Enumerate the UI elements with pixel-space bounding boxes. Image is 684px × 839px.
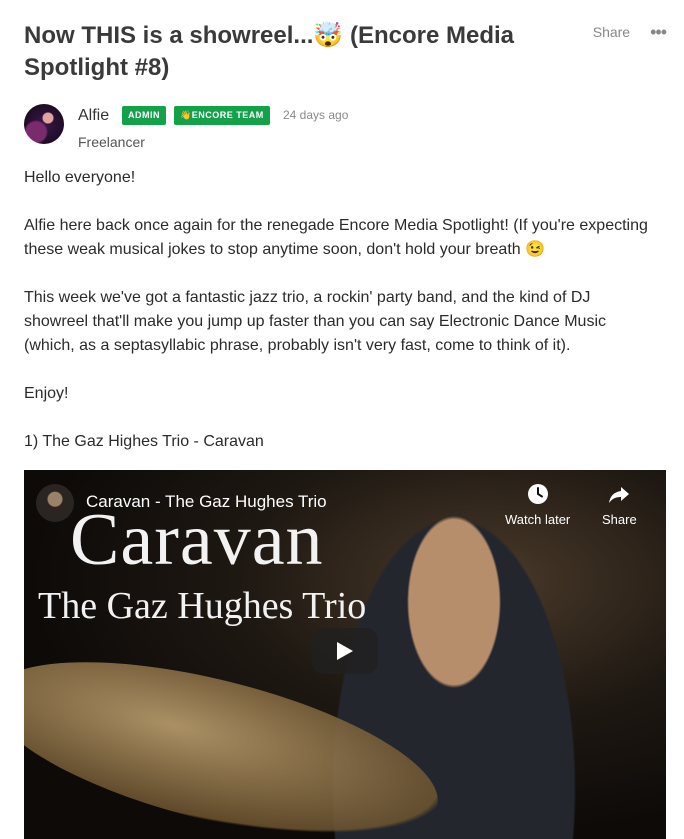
avatar[interactable] — [24, 104, 64, 144]
video-embed[interactable]: Caravan The Gaz Hughes Trio Caravan - Th… — [24, 470, 666, 839]
watch-later-label: Watch later — [505, 512, 571, 527]
paragraph: This week we've got a fantastic jazz tri… — [24, 289, 606, 354]
author-role: Freelancer — [78, 134, 145, 150]
post-body: Hello everyone! Alfie here back once aga… — [24, 166, 654, 478]
watch-later-button[interactable]: Watch later — [505, 482, 570, 527]
channel-avatar[interactable] — [36, 484, 74, 522]
post-actions: Share ••• — [593, 23, 667, 41]
paragraph: 1) The Gaz Highes Trio - Caravan — [24, 433, 264, 450]
admin-badge: ADMIN — [122, 106, 166, 125]
paragraph: Enjoy! — [24, 385, 69, 402]
clock-icon — [527, 484, 548, 504]
author-row: Alfie ADMIN 👋ENCORE TEAM 24 days ago Fre… — [24, 104, 664, 150]
share-link[interactable]: Share — [593, 24, 630, 40]
share-arrow-icon — [609, 487, 630, 503]
encore-team-badge: 👋ENCORE TEAM — [174, 106, 270, 125]
video-share-button[interactable]: Share — [602, 482, 637, 527]
video-artwork-subtitle: The Gaz Hughes Trio — [38, 585, 367, 627]
paragraph: Hello everyone! — [24, 169, 136, 186]
play-button[interactable] — [312, 628, 378, 674]
video-share-label: Share — [602, 512, 637, 527]
author-name[interactable]: Alfie — [78, 107, 109, 125]
paragraph: Alfie here back once again for the reneg… — [24, 217, 648, 258]
more-options-icon[interactable]: ••• — [650, 23, 667, 41]
post-title: Now THIS is a showreel...🤯 (Encore Media… — [24, 22, 514, 81]
video-title[interactable]: Caravan - The Gaz Hughes Trio — [86, 492, 327, 512]
post-timestamp[interactable]: 24 days ago — [283, 108, 348, 122]
play-icon — [337, 642, 353, 660]
